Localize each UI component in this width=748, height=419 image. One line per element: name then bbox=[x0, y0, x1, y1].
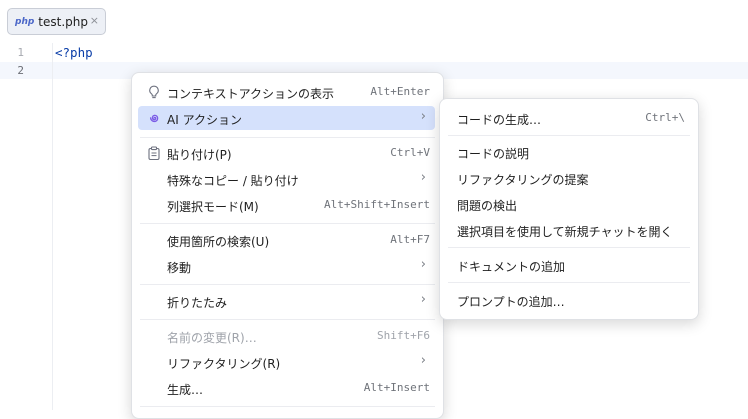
menu-separator bbox=[448, 247, 690, 248]
menu-item-find-usages[interactable]: 使用箇所の検索(U) Alt+F7 bbox=[138, 228, 435, 252]
chevron-right-icon: › bbox=[420, 170, 426, 185]
menu-separator bbox=[140, 319, 435, 320]
chevron-right-icon: › bbox=[420, 353, 426, 368]
php-file-icon: php bbox=[15, 16, 35, 27]
submenu-item-label: リファクタリングの提案 bbox=[457, 173, 589, 187]
tab-test-php[interactable]: php test.php × bbox=[7, 8, 106, 35]
menu-separator bbox=[140, 406, 435, 407]
chevron-right-icon: › bbox=[420, 109, 426, 124]
menu-item-rename[interactable]: 名前の変更(R)… Shift+F6 bbox=[138, 324, 435, 348]
line-number: 1 bbox=[17, 46, 24, 59]
menu-item-shortcut: Alt+Enter bbox=[370, 85, 430, 98]
menu-item-shortcut: Alt+Shift+Insert bbox=[324, 198, 430, 211]
menu-item-folding[interactable]: 折りたたみ › bbox=[138, 289, 435, 313]
submenu-item-add-documentation[interactable]: ドキュメントの追加 bbox=[446, 253, 690, 277]
menu-item-label: 貼り付け(P) bbox=[167, 148, 232, 162]
menu-item-label: 生成… bbox=[167, 383, 204, 397]
submenu-item-label: 問題の検出 bbox=[457, 199, 518, 213]
submenu-item-explain-code[interactable]: コードの説明 bbox=[446, 140, 690, 164]
menu-item-special-copy-paste[interactable]: 特殊なコピー / 貼り付け › bbox=[138, 167, 435, 191]
menu-item-paste[interactable]: 貼り付け(P) Ctrl+V bbox=[138, 141, 435, 165]
ai-actions-submenu: コードの生成… Ctrl+\ コードの説明 リファクタリングの提案 問題の検出 … bbox=[439, 98, 699, 320]
menu-item-shortcut: Ctrl+V bbox=[390, 146, 430, 159]
menu-item-label: 名前の変更(R)… bbox=[167, 331, 257, 345]
context-menu: コンテキストアクションの表示 Alt+Enter AI アクション › 貼り付け… bbox=[131, 72, 444, 419]
submenu-item-generate-code[interactable]: コードの生成… Ctrl+\ bbox=[446, 106, 690, 130]
menu-separator bbox=[140, 137, 435, 138]
chevron-right-icon: › bbox=[420, 257, 426, 272]
menu-item-refactor[interactable]: リファクタリング(R) › bbox=[138, 350, 435, 374]
menu-item-label: 折りたたみ bbox=[167, 296, 228, 310]
submenu-item-new-chat-with-selection[interactable]: 選択項目を使用して新規チャットを開く bbox=[446, 218, 690, 242]
menu-item-ai-actions[interactable]: AI アクション › bbox=[138, 106, 435, 130]
gutter-divider bbox=[52, 43, 53, 410]
menu-item-label: コンテキストアクションの表示 bbox=[167, 87, 335, 101]
line-number: 2 bbox=[17, 64, 24, 77]
submenu-item-add-prompt[interactable]: プロンプトの追加… bbox=[446, 288, 690, 312]
submenu-item-shortcut: Ctrl+\ bbox=[645, 111, 685, 124]
clipboard-icon bbox=[146, 145, 162, 161]
menu-item-shortcut: Alt+F7 bbox=[390, 233, 430, 246]
menu-item-shortcut: Alt+Insert bbox=[363, 381, 430, 394]
submenu-item-label: コードの説明 bbox=[457, 147, 530, 161]
submenu-item-suggest-refactoring[interactable]: リファクタリングの提案 bbox=[446, 166, 690, 190]
submenu-item-label: ドキュメントの追加 bbox=[457, 260, 566, 274]
menu-separator bbox=[140, 284, 435, 285]
chevron-right-icon: › bbox=[420, 292, 426, 307]
lightbulb-icon bbox=[146, 84, 162, 100]
submenu-item-label: コードの生成… bbox=[457, 113, 542, 127]
menu-item-label: 移動 bbox=[167, 261, 192, 275]
menu-item-column-selection-mode[interactable]: 列選択モード(M) Alt+Shift+Insert bbox=[138, 193, 435, 217]
menu-item-label: AI アクション bbox=[167, 113, 242, 127]
submenu-item-label: プロンプトの追加… bbox=[457, 295, 565, 309]
ai-spiral-icon bbox=[146, 110, 162, 126]
menu-item-label: リファクタリング(R) bbox=[167, 357, 281, 371]
menu-item-show-context-actions[interactable]: コンテキストアクションの表示 Alt+Enter bbox=[138, 80, 435, 104]
menu-separator bbox=[448, 282, 690, 283]
code-line[interactable]: <?php bbox=[55, 45, 93, 60]
editor-tab-bar: php test.php × bbox=[0, 0, 748, 44]
menu-item-navigate[interactable]: 移動 › bbox=[138, 254, 435, 278]
menu-item-generate[interactable]: 生成… Alt+Insert bbox=[138, 376, 435, 400]
close-icon[interactable]: × bbox=[90, 14, 99, 27]
menu-item-shortcut: Shift+F6 bbox=[377, 329, 430, 342]
menu-item-label: 列選択モード(M) bbox=[167, 200, 259, 214]
submenu-item-label: 選択項目を使用して新規チャットを開く bbox=[457, 225, 673, 239]
menu-item-label: 特殊なコピー / 貼り付け bbox=[167, 174, 299, 188]
menu-separator bbox=[448, 135, 690, 136]
tab-title: test.php bbox=[38, 14, 88, 29]
menu-item-label: 使用箇所の検索(U) bbox=[167, 235, 270, 249]
menu-separator bbox=[140, 223, 435, 224]
submenu-item-find-problems[interactable]: 問題の検出 bbox=[446, 192, 690, 216]
